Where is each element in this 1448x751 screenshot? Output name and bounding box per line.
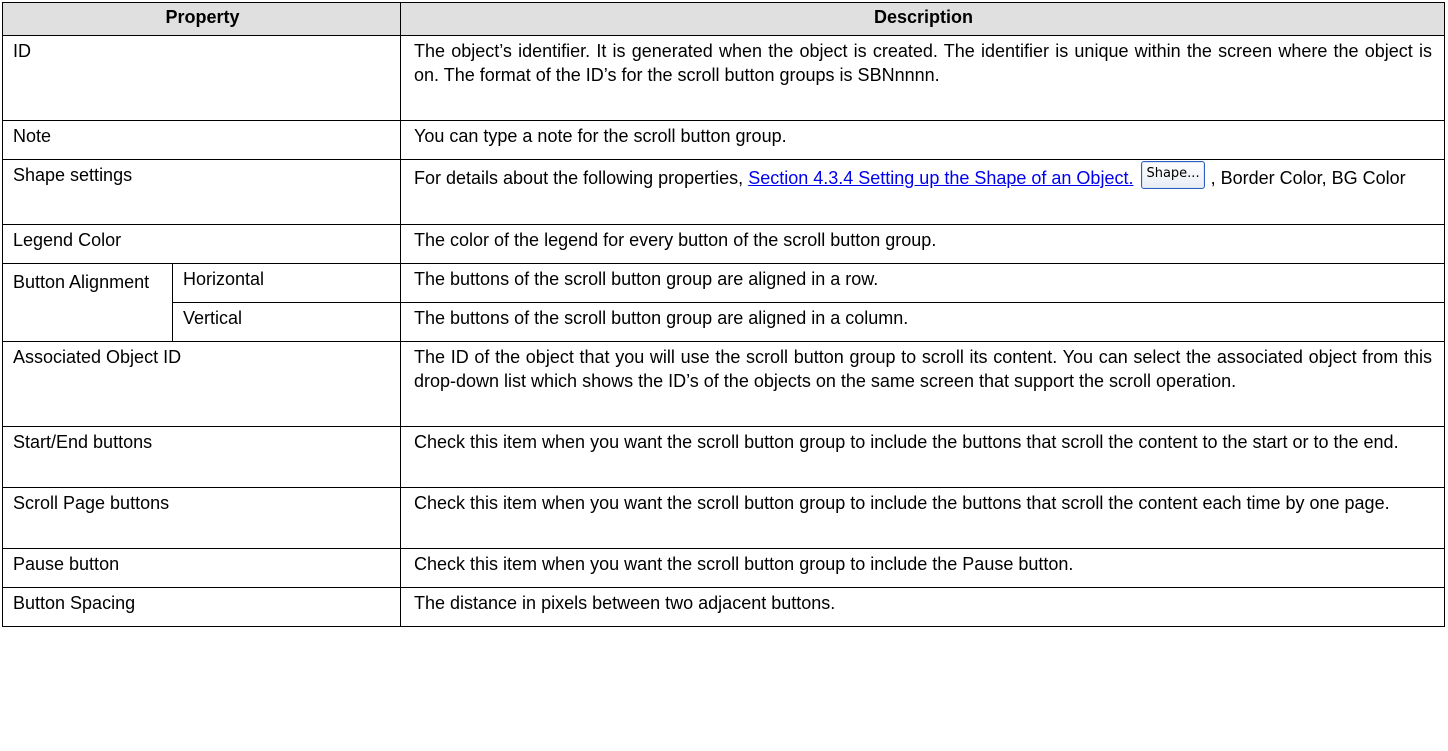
property-name: Note xyxy=(2,120,401,160)
header-property: Property xyxy=(2,2,401,36)
property-name: ID xyxy=(2,35,401,121)
property-name: Legend Color xyxy=(2,224,401,264)
property-description: The object’s identifier. It is generated… xyxy=(400,35,1445,121)
shape-desc-prefix: For details about the following properti… xyxy=(414,168,749,188)
table-row: Button Spacing The distance in pixels be… xyxy=(2,587,1445,627)
property-description: The color of the legend for every button… xyxy=(400,224,1445,264)
property-name: Button Spacing xyxy=(2,587,401,627)
property-description: You can type a note for the scroll butto… xyxy=(400,120,1445,160)
table-row: Start/End buttons Check this item when y… xyxy=(2,426,1445,488)
property-description: For details about the following properti… xyxy=(400,159,1445,225)
property-description: The ID of the object that you will use t… xyxy=(400,341,1445,427)
table-row: Scroll Page buttons Check this item when… xyxy=(2,487,1445,549)
table-row: Shape settings For details about the fol… xyxy=(2,159,1445,225)
shape-desc-suffix: , Border Color, BG Color xyxy=(1210,168,1406,188)
property-description: The buttons of the scroll button group a… xyxy=(400,263,1445,303)
shape-button: Shape... xyxy=(1141,161,1205,190)
property-table: Property Description ID The object’s ide… xyxy=(2,2,1445,627)
property-name: Scroll Page buttons xyxy=(2,487,401,549)
property-description: The buttons of the scroll button group a… xyxy=(400,302,1445,342)
table-row: Button Alignment Horizontal The buttons … xyxy=(2,263,1445,342)
table-row: Pause button Check this item when you wa… xyxy=(2,548,1445,588)
property-group-name: Button Alignment xyxy=(2,263,173,342)
section-link[interactable]: Section 4.3.4 Setting up the Shape of an… xyxy=(748,168,1133,188)
property-name: Associated Object ID xyxy=(2,341,401,427)
property-name: Shape settings xyxy=(2,159,401,225)
property-description: The distance in pixels between two adjac… xyxy=(400,587,1445,627)
property-subname: Vertical xyxy=(172,302,401,342)
property-name: Pause button xyxy=(2,548,401,588)
property-subname: Horizontal xyxy=(172,263,401,303)
table-row: Note You can type a note for the scroll … xyxy=(2,120,1445,160)
table-row: Associated Object ID The ID of the objec… xyxy=(2,341,1445,427)
property-name: Start/End buttons xyxy=(2,426,401,488)
table-row: Vertical The buttons of the scroll butto… xyxy=(3,302,1445,342)
table-row: Legend Color The color of the legend for… xyxy=(2,224,1445,264)
property-description: Check this item when you want the scroll… xyxy=(400,426,1445,488)
table-row: ID The object’s identifier. It is genera… xyxy=(2,35,1445,121)
property-description: Check this item when you want the scroll… xyxy=(400,548,1445,588)
header-description: Description xyxy=(400,2,1445,36)
property-description: Check this item when you want the scroll… xyxy=(400,487,1445,549)
